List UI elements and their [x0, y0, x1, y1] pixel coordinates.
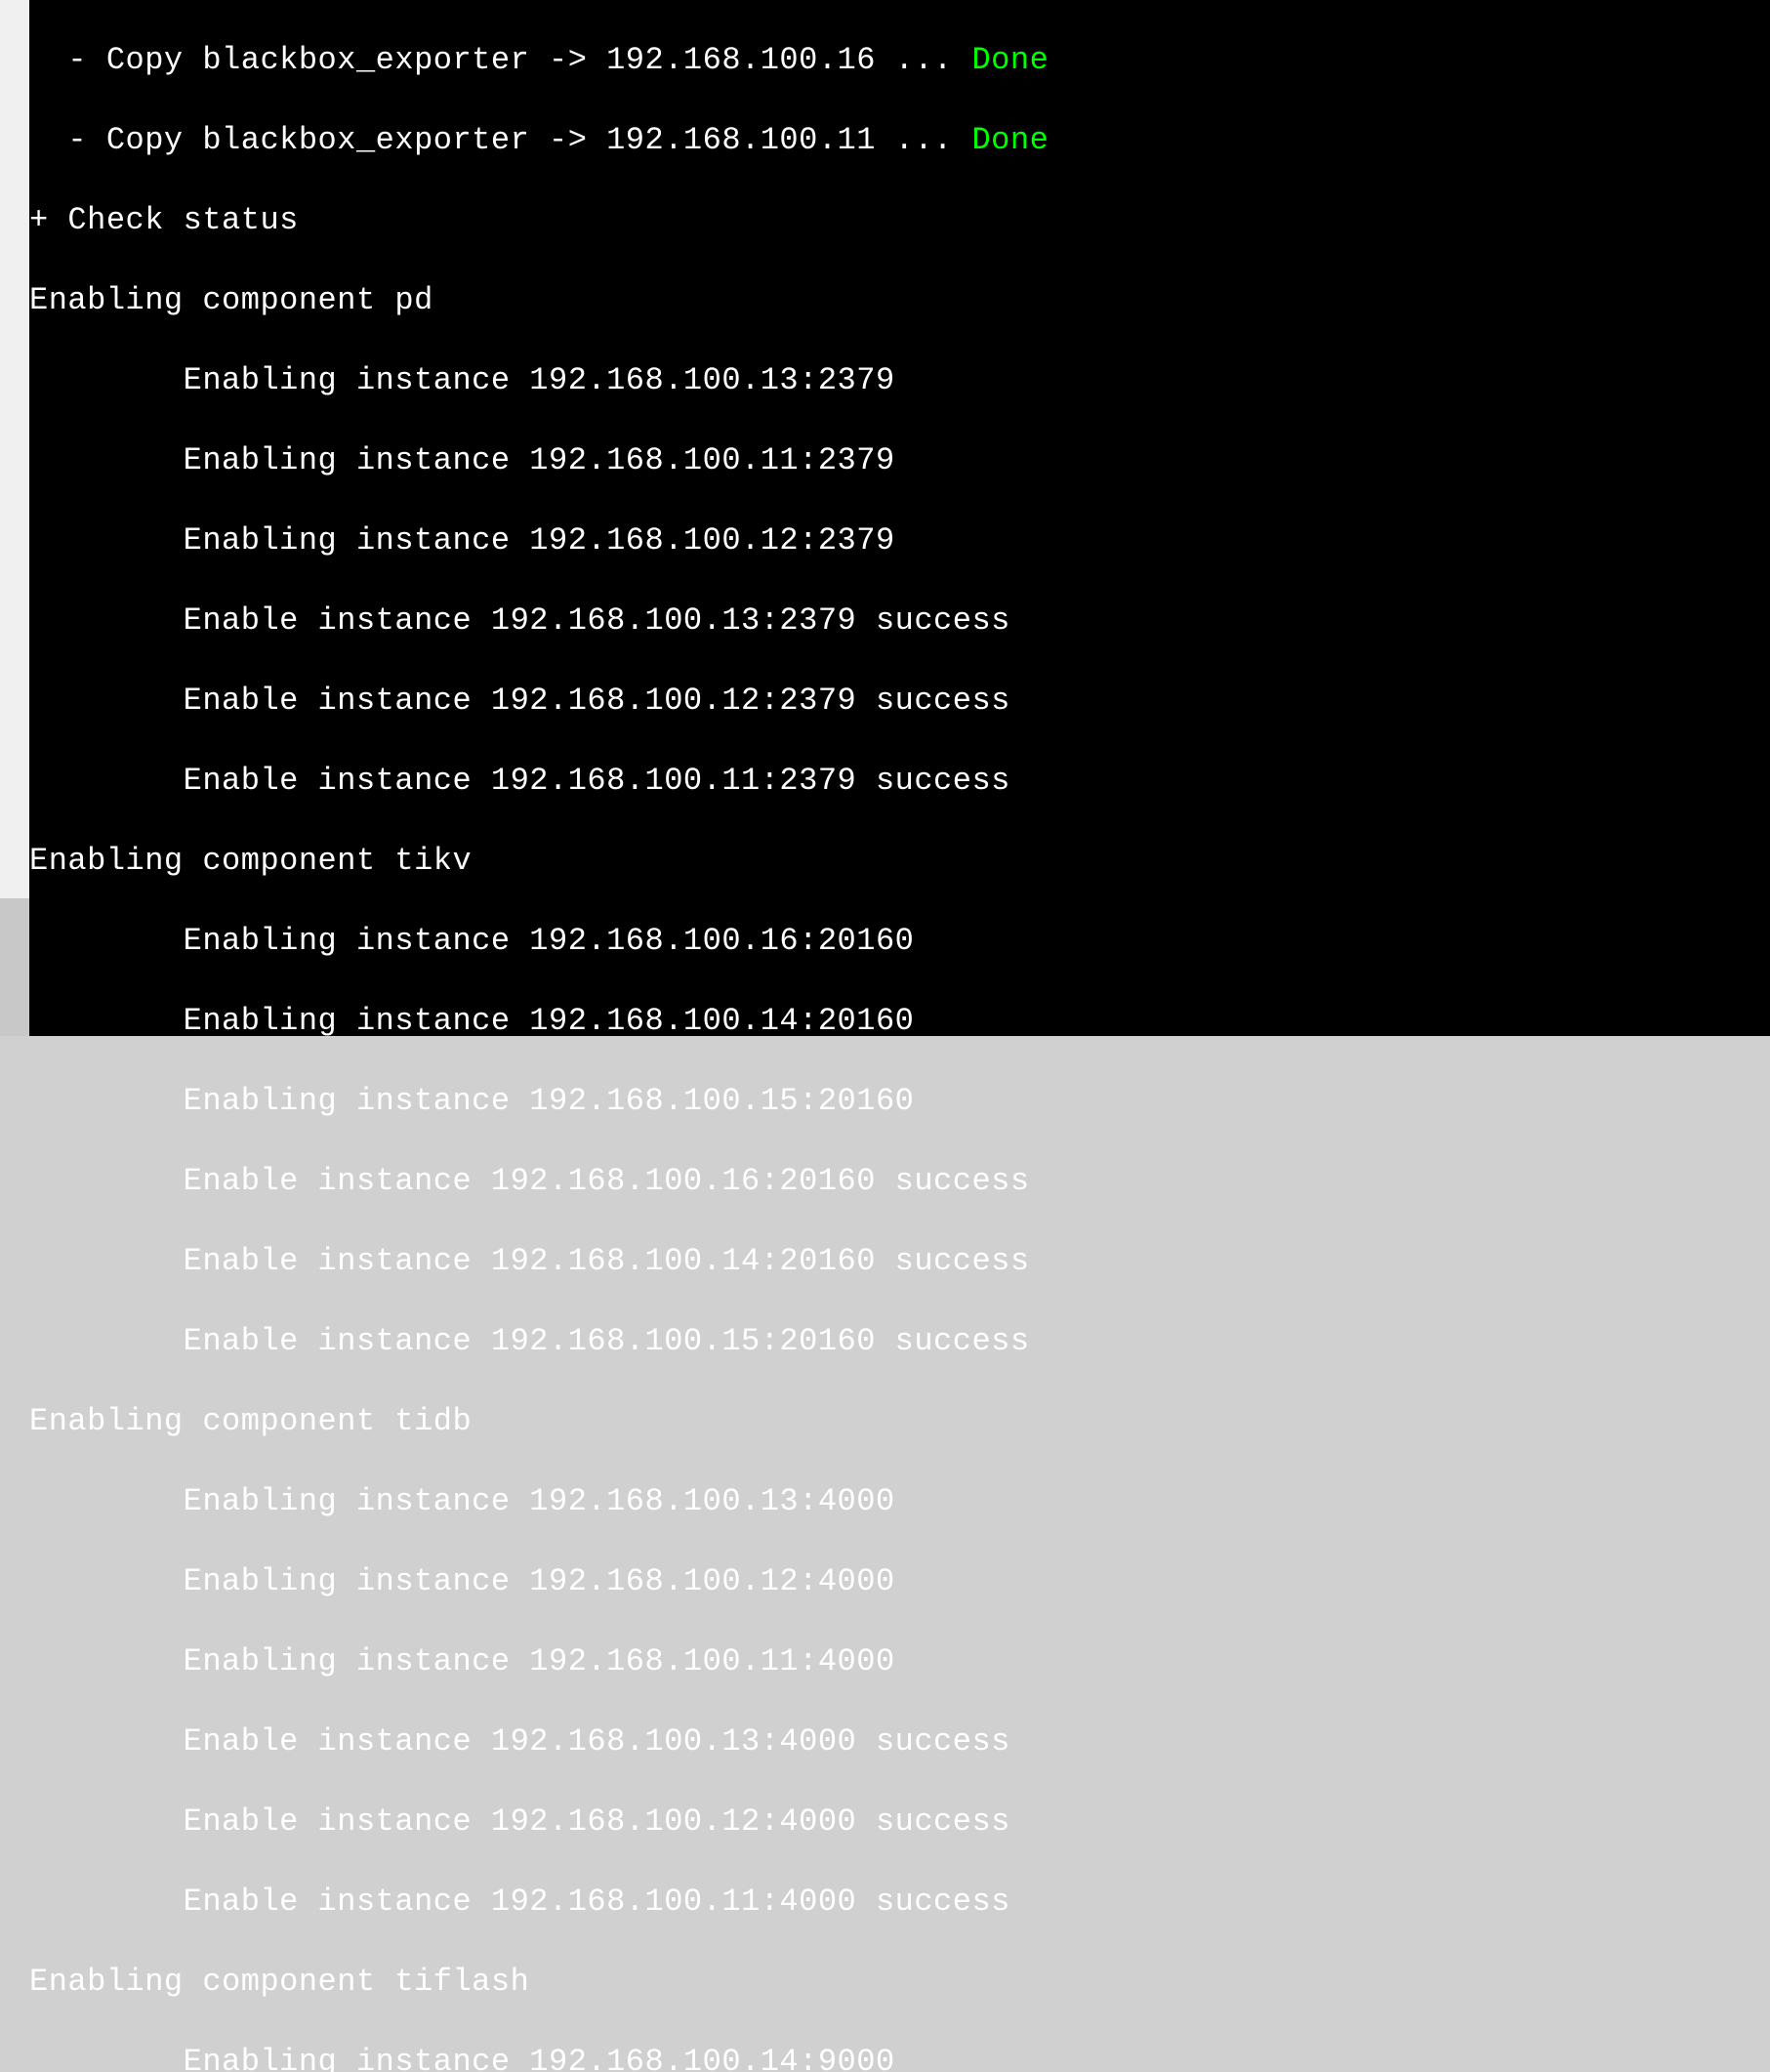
enable-success-line: Enable instance 192.168.100.11:4000 succ…: [29, 1882, 1770, 1922]
enabling-instance-line: Enabling instance 192.168.100.12:2379: [29, 520, 1770, 560]
enable-success-line: Enable instance 192.168.100.13:4000 succ…: [29, 1721, 1770, 1761]
enable-success-line: Enable instance 192.168.100.12:4000 succ…: [29, 1802, 1770, 1842]
enabling-instance-line: Enabling instance 192.168.100.13:2379: [29, 360, 1770, 400]
enabling-instance-line: Enabling instance 192.168.100.12:4000: [29, 1561, 1770, 1601]
copy-line: - Copy blackbox_exporter -> 192.168.100.…: [29, 40, 1770, 80]
copy-line: - Copy blackbox_exporter -> 192.168.100.…: [29, 120, 1770, 160]
terminal-output: - Copy blackbox_exporter -> 192.168.100.…: [29, 0, 1770, 1036]
copy-prefix: - Copy blackbox_exporter -> 192.168.100.…: [29, 122, 971, 158]
enabling-instance-line: Enabling instance 192.168.100.14:9000: [29, 2042, 1770, 2072]
enable-success-line: Enable instance 192.168.100.12:2379 succ…: [29, 681, 1770, 721]
enabling-component-line: Enabling component tiflash: [29, 1962, 1770, 2002]
scrollbar-thumb[interactable]: [0, 898, 29, 1036]
status-done: Done: [971, 42, 1049, 78]
enable-success-line: Enable instance 192.168.100.15:20160 suc…: [29, 1321, 1770, 1361]
enabling-instance-line: Enabling instance 192.168.100.16:20160: [29, 921, 1770, 961]
copy-prefix: - Copy blackbox_exporter -> 192.168.100.…: [29, 42, 971, 78]
enabling-instance-line: Enabling instance 192.168.100.11:2379: [29, 440, 1770, 480]
enable-success-line: Enable instance 192.168.100.16:20160 suc…: [29, 1161, 1770, 1201]
scrollbar-track[interactable]: [0, 0, 29, 1036]
enabling-instance-line: Enabling instance 192.168.100.13:4000: [29, 1481, 1770, 1521]
enabling-instance-line: Enabling instance 192.168.100.11:4000: [29, 1641, 1770, 1681]
enable-success-line: Enable instance 192.168.100.11:2379 succ…: [29, 761, 1770, 801]
enabling-component-line: Enabling component tidb: [29, 1401, 1770, 1441]
check-status-line: + Check status: [29, 200, 1770, 240]
enable-success-line: Enable instance 192.168.100.14:20160 suc…: [29, 1241, 1770, 1281]
enabling-instance-line: Enabling instance 192.168.100.15:20160: [29, 1081, 1770, 1121]
enabling-instance-line: Enabling instance 192.168.100.14:20160: [29, 1001, 1770, 1041]
enabling-component-line: Enabling component tikv: [29, 841, 1770, 881]
status-done: Done: [971, 122, 1049, 158]
enable-success-line: Enable instance 192.168.100.13:2379 succ…: [29, 601, 1770, 641]
enabling-component-line: Enabling component pd: [29, 280, 1770, 320]
